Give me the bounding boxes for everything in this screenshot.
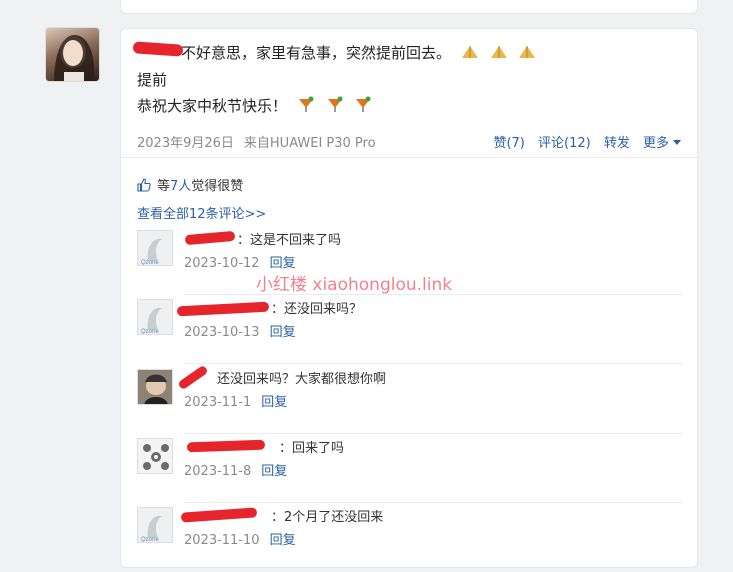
- reply-button[interactable]: 回复: [270, 533, 296, 548]
- qzone-default-avatar: Qzone: [138, 508, 172, 543]
- post-source: 来自HUAWEI P30 Pro: [243, 136, 376, 151]
- comment-item: Qzone ：还没回来吗？ 2023-10-13 回复: [137, 295, 683, 364]
- post-line-1-text: 不好意思，家里有急事，突然提前回去。: [181, 44, 452, 62]
- reply-button[interactable]: 回复: [270, 256, 296, 271]
- comment-text: ：2个月了还没回来: [271, 510, 384, 525]
- post-line-1: 不好意思，家里有急事，突然提前回去。: [181, 42, 537, 63]
- comment-date: 2023-10-13: [184, 325, 260, 340]
- comment-date: 2023-11-10: [184, 533, 260, 548]
- redacted-username: [132, 41, 184, 57]
- divider: [121, 157, 699, 158]
- qzone-default-avatar: Qzone: [138, 300, 172, 335]
- hands-pressed-icon: [490, 46, 507, 58]
- redacted-commenter-name: [186, 439, 266, 453]
- comment-date: 2023-11-8: [184, 464, 252, 479]
- comment-meta: 2023-11-1 回复: [184, 391, 287, 410]
- post-meta: 2023年9月26日 来自HUAWEI P30 Pro: [137, 132, 376, 151]
- commenter-avatar[interactable]: Qzone: [137, 299, 173, 335]
- comment-date: 2023-11-1: [184, 395, 252, 410]
- comment-meta: 2023-11-8 回复: [184, 460, 287, 479]
- redacted-commenter-name: [177, 364, 209, 391]
- redacted-commenter-name: [176, 301, 270, 317]
- post-date: 2023年9月26日: [137, 136, 234, 151]
- reply-button[interactable]: 回复: [261, 395, 287, 410]
- comment-divider: [184, 363, 683, 364]
- qzone-default-avatar: Qzone: [138, 231, 172, 266]
- thumbs-up-icon: [137, 178, 151, 192]
- reply-button[interactable]: 回复: [270, 325, 296, 340]
- more-button[interactable]: 更多: [643, 136, 681, 151]
- more-label: 更多: [642, 136, 669, 151]
- comment-meta: 2023-10-13 回复: [184, 321, 296, 340]
- likes-prefix: 等: [157, 179, 171, 194]
- hands-pressed-icon: [519, 46, 536, 58]
- view-all-comments-link[interactable]: 查看全部12条评论>>: [137, 203, 266, 222]
- commenter-avatar[interactable]: Qzone: [137, 230, 173, 266]
- watermark: 小红楼 xiaohonglou.link: [256, 275, 453, 295]
- comment-date: 2023-10-12: [184, 256, 260, 271]
- photo-avatar: [138, 370, 172, 404]
- comment-meta: 2023-10-12 回复: [184, 252, 296, 271]
- comment-text: 还没回来吗？大家都很想你啊: [217, 372, 387, 387]
- share-button[interactable]: 转发: [604, 136, 630, 151]
- chevron-down-icon: [673, 140, 681, 145]
- comment-text: ：还没回来吗？: [271, 302, 363, 317]
- cocktail-icon: [298, 96, 314, 112]
- post-actions: 赞(7) 评论(12) 转发 更多: [484, 132, 681, 151]
- svg-text:Qzone: Qzone: [141, 329, 159, 335]
- like-button[interactable]: 赞(7): [493, 136, 524, 151]
- poster-avatar[interactable]: [45, 27, 100, 82]
- comment-button[interactable]: 评论(12): [538, 136, 591, 151]
- commenter-avatar[interactable]: [137, 369, 173, 405]
- comment-item: Qzone ：2个月了还没回来 2023-11-10 回复: [137, 503, 683, 572]
- commenter-avatar[interactable]: Qzone: [137, 507, 173, 543]
- post-line-3-text: 恭祝大家中秋节快乐！: [137, 97, 288, 115]
- comment-item: ：回来了吗 2023-11-8 回复: [137, 434, 683, 503]
- likes-summary: 等7人觉得很赞: [137, 175, 243, 194]
- likes-suffix: 觉得很赞: [191, 179, 244, 194]
- poster-avatar-photo: [54, 35, 95, 81]
- svg-text:Qzone: Qzone: [141, 537, 159, 543]
- post-line-2: 提前: [137, 71, 168, 89]
- post-card: 不好意思，家里有急事，突然提前回去。 提前 恭祝大家中秋节快乐！ 2023年9月…: [120, 28, 699, 568]
- commenter-avatar[interactable]: [137, 438, 173, 474]
- post-line-3: 恭祝大家中秋节快乐！: [137, 95, 373, 116]
- redacted-commenter-name: [184, 230, 236, 246]
- redacted-commenter-name: [180, 507, 258, 523]
- cocktail-icon: [356, 96, 371, 112]
- comment-text: ：这是不回来了吗: [237, 233, 342, 248]
- likes-count[interactable]: 7人: [170, 179, 191, 194]
- hands-pressed-icon: [461, 46, 478, 58]
- previous-post-card: [120, 0, 698, 14]
- cocktail-icon: [327, 96, 343, 112]
- comment-meta: 2023-11-10 回复: [184, 529, 296, 548]
- pattern-avatar: [138, 439, 172, 473]
- comment-item: 还没回来吗？大家都很想你啊 2023-11-1 回复: [137, 364, 683, 434]
- svg-text:Qzone: Qzone: [141, 260, 159, 266]
- comment-text: ：回来了吗: [279, 441, 345, 456]
- reply-button[interactable]: 回复: [261, 464, 287, 479]
